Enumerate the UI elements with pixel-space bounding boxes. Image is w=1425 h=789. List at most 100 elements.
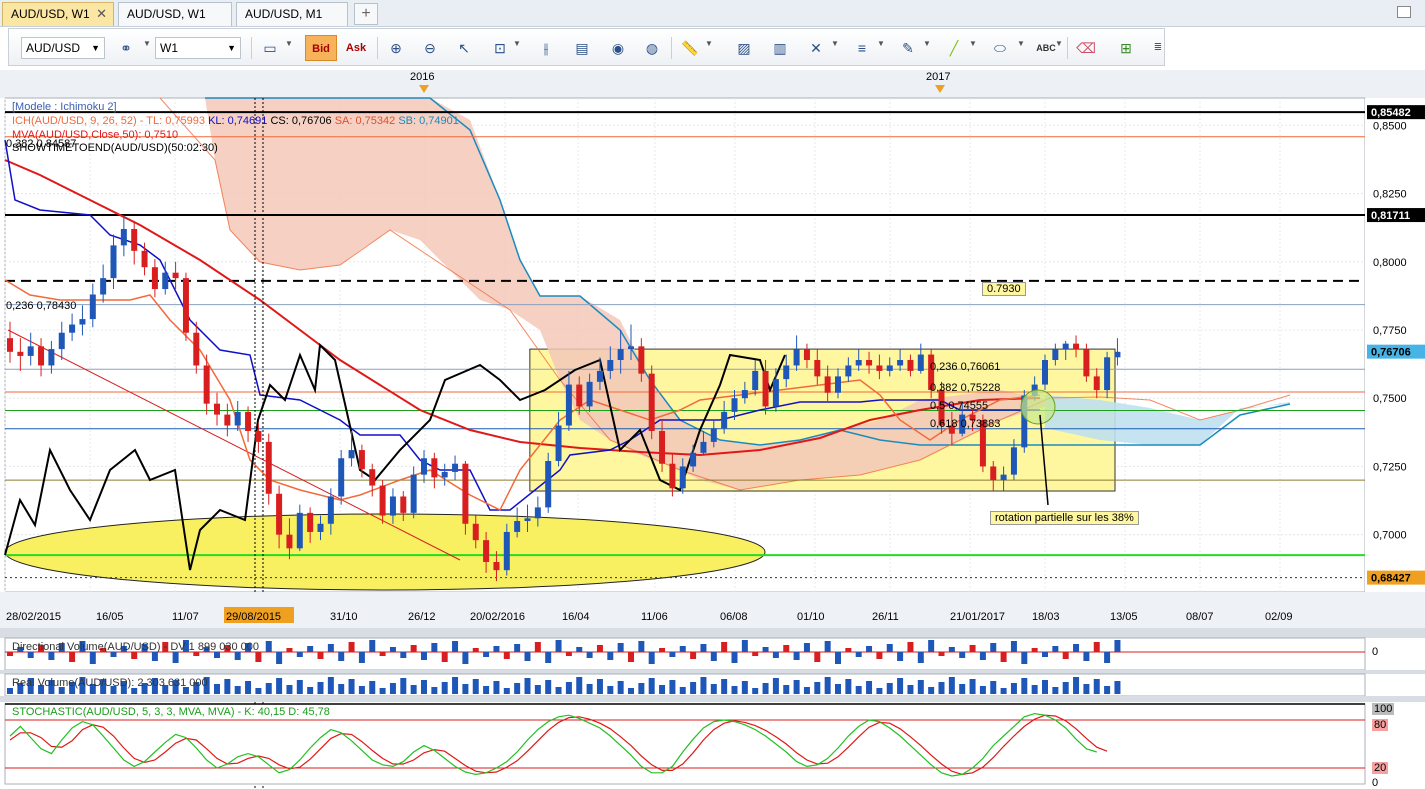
fib-0382-label: 0,382 0,75228 [930,382,1001,394]
real-volume-bar [1031,685,1038,694]
real-volume-bar [565,682,572,694]
real-volume-bar [772,678,779,694]
directional-volume-bar [1021,652,1028,664]
time-tick-label: 01/10 [797,611,825,623]
real-volume-bar [245,681,252,694]
real-volume-bar [793,680,800,694]
directional-volume-bar [1104,652,1111,663]
candle-body [27,346,34,356]
candle-body [255,430,262,442]
real-volume-bar [369,681,376,694]
real-volume-bar [700,677,707,694]
candle-body [824,376,831,393]
directional-volume-bar [151,652,158,661]
directional-volume-bar [565,652,572,656]
directional-volume-bar [1083,652,1090,661]
real-volume-bar [814,682,821,694]
time-tick-label: 16/04 [562,611,590,623]
directional-volume-bar [483,652,490,657]
legend-kl: KL: 0,74691 [208,115,268,127]
pane-splitter [0,670,1425,674]
candle-body [79,319,86,325]
candle-body [1093,376,1100,391]
real-volume-bar [979,686,986,694]
real-volume-bar [400,678,407,694]
time-tick-label: 16/05 [96,611,124,623]
candle-body [886,365,893,371]
real-volume-bar [348,679,355,694]
highlight-circle [1020,389,1056,425]
directional-volume-bar [369,640,376,652]
time-tick-label: 28/02/2015 [6,611,61,623]
time-tick-label: 26/11 [872,611,899,623]
directional-volume-bar [1073,644,1080,652]
stoch-100-label: 100 [1372,703,1395,715]
time-tick-label: 29/08/2015 [226,611,281,623]
price-tick-label: 0,7500 [1373,393,1407,405]
directional-volume-bar [886,644,893,652]
directional-volume-bar [400,652,407,658]
time-tick-label: 31/10 [330,611,358,623]
directional-volume-bar [710,652,717,661]
candle-body [110,245,117,279]
candle-body [358,450,365,470]
level-0793-label: 0.7930 [982,282,1026,296]
directional-volume-bar [69,652,76,662]
real-volume-bar [959,684,966,694]
real-volume-bar [648,678,655,694]
candle-body [472,523,479,541]
candle-body [431,458,438,478]
directional-volume-bar [524,652,531,661]
real-volume-bar [410,685,417,694]
directional-volume-bar [897,652,904,661]
candle-body [990,466,997,481]
candle-body [814,360,821,377]
real-volume-bar [483,686,490,694]
legend-ichimoku: ICH(AUD/USD, 9, 26, 52) - TL: 0,75993 KL… [12,115,459,127]
directional-volume-bar [917,652,924,663]
time-tick-label: 11/06 [641,611,668,623]
candle-body [410,474,417,513]
directional-volume-bar [741,640,748,652]
candle-body [876,365,883,371]
real-volume-bar [783,685,790,694]
candle-body [690,452,697,467]
directional-volume-bar [783,645,790,652]
directional-volume-bar [348,642,355,652]
candle-body [338,458,345,497]
price-badge-label: 0,85482 [1371,107,1411,119]
real-volume-bar [379,688,386,694]
real-volume-label: Real Volume(AUD/USD): 2 303 631 000 [12,677,208,689]
real-volume-bar [669,680,676,694]
directional-volume-bar [669,652,676,657]
real-volume-bar [824,677,831,694]
directional-volume-bar [389,647,396,652]
real-volume-bar [307,687,314,694]
directional-volume-bar [638,641,645,652]
real-volume-bar [431,687,438,694]
candle-body [369,469,376,486]
directional-volume-bar [855,652,862,657]
legend-model: [Modele : Ichimoku 2] [12,101,117,113]
candle-body [400,496,407,513]
candle-body [607,360,614,371]
candle-body [193,332,200,366]
price-badge-label: 0,68427 [1371,573,1411,585]
real-volume-bar [317,682,324,694]
directional-volume-bar [576,647,583,652]
time-tick-label: 18/03 [1032,611,1060,623]
real-volume-bar [234,686,241,694]
real-volume-bar [493,681,500,694]
real-volume-bar [1010,683,1017,694]
legend-ich: ICH(AUD/USD, 9, 26, 52) - TL: 0,75993 [12,115,205,127]
support-ellipse [4,513,766,591]
real-volume-bar [948,677,955,694]
candle-body [286,534,293,549]
time-tick-label: 13/05 [1110,611,1138,623]
real-volume-bar [524,678,531,694]
directional-volume-bar [1000,652,1007,662]
candle-body [89,294,96,320]
candle-body [907,360,914,371]
price-tick-label: 0,7000 [1373,530,1407,542]
real-volume-bar [969,679,976,694]
